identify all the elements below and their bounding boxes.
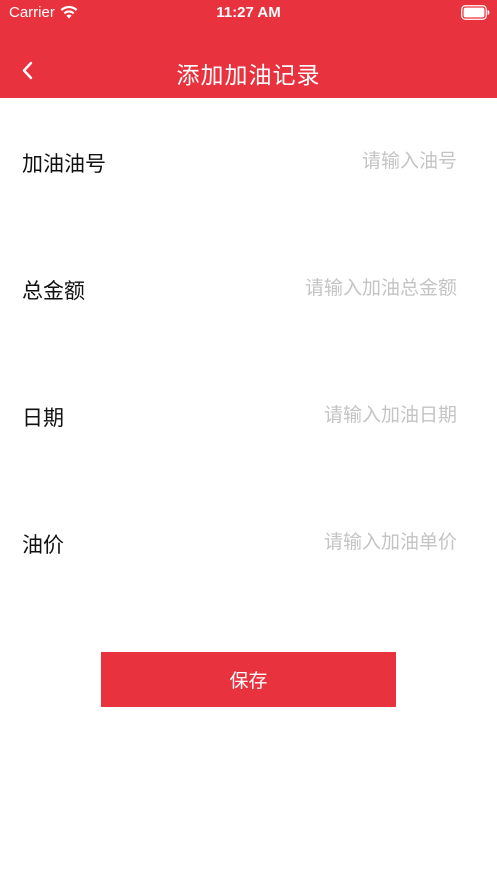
- form-row-total-amount: 总金额: [0, 258, 497, 318]
- oil-grade-label: 加油油号: [22, 152, 106, 176]
- form-row-oil-grade: 加油油号: [0, 131, 497, 191]
- status-bar: Carrier 11:27 AM: [0, 0, 497, 26]
- back-chevron-icon[interactable]: [12, 55, 42, 85]
- save-button[interactable]: 保存: [101, 652, 396, 707]
- status-time: 11:27 AM: [216, 4, 281, 21]
- total-amount-input[interactable]: [227, 272, 457, 304]
- page-title: 添加加油记录: [176, 63, 321, 89]
- header: Carrier 11:27 AM 添加加油记录: [0, 0, 497, 98]
- oil-grade-input[interactable]: [227, 145, 457, 177]
- form-row-date: 日期: [0, 385, 497, 445]
- oil-price-input[interactable]: [227, 526, 457, 558]
- total-amount-label: 总金额: [22, 279, 85, 303]
- form-row-oil-price: 油价: [0, 512, 497, 572]
- date-input[interactable]: [227, 399, 457, 431]
- battery-icon: [461, 5, 490, 20]
- date-label: 日期: [22, 406, 64, 430]
- oil-price-label: 油价: [22, 533, 64, 557]
- navigation-bar: 添加加油记录: [0, 44, 497, 98]
